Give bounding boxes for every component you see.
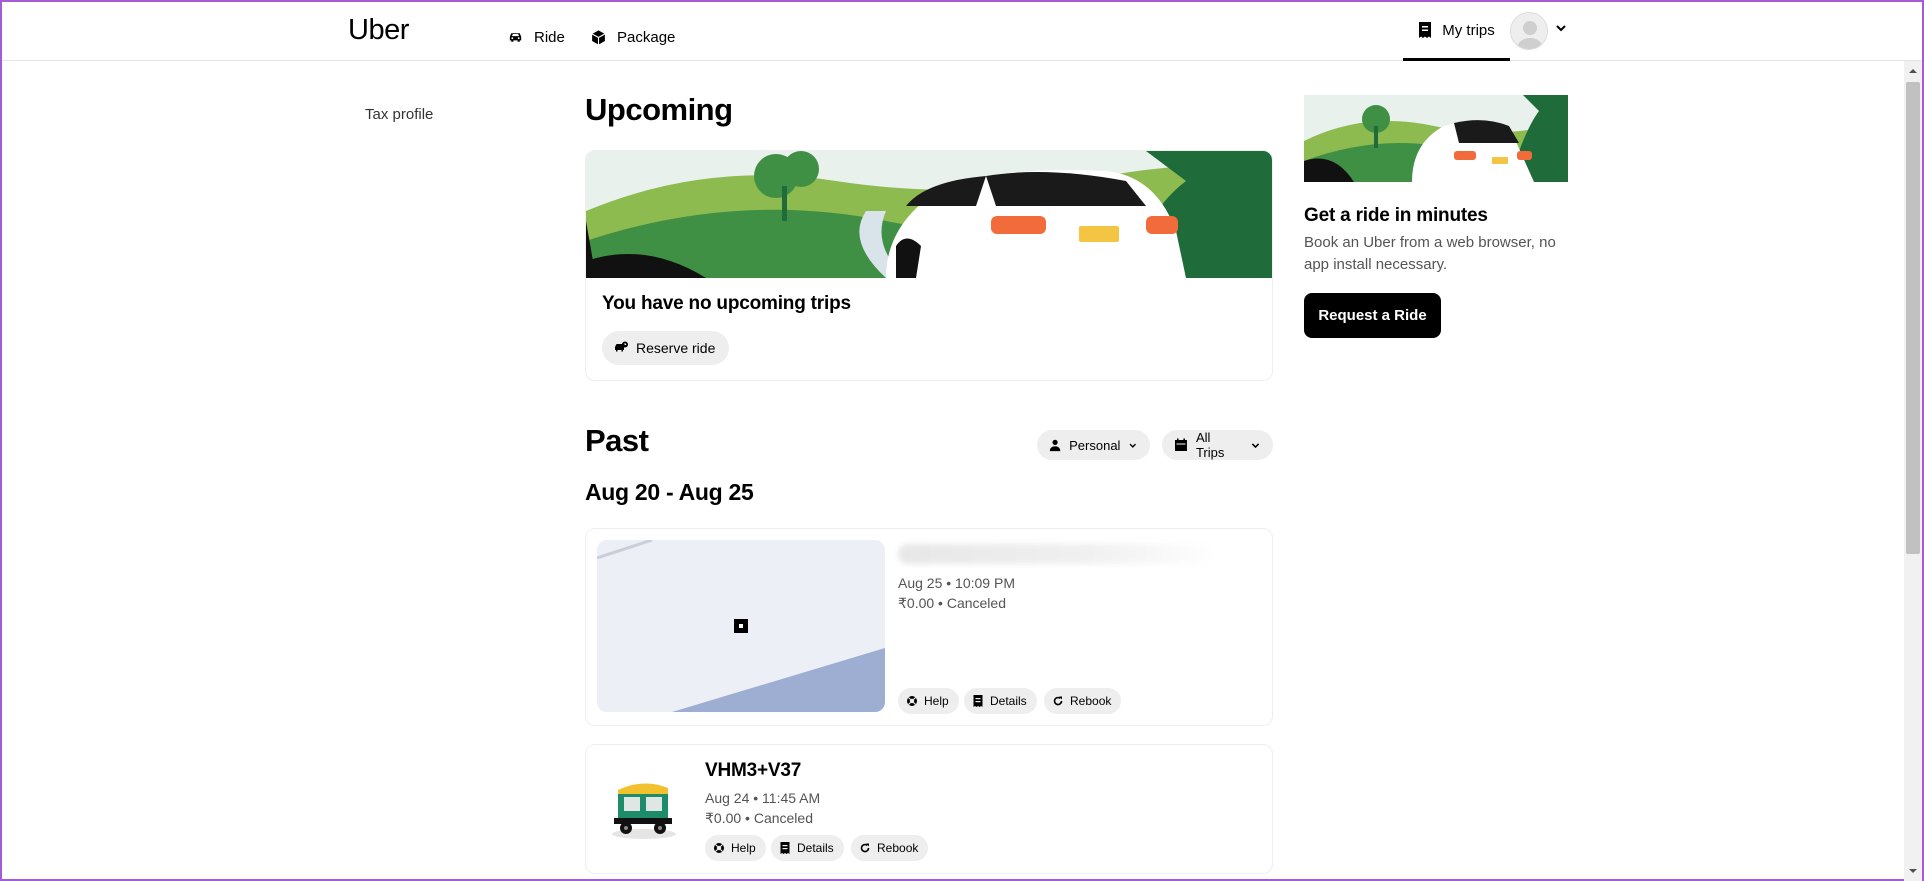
person-icon	[1049, 439, 1061, 452]
trip-datetime: Aug 24 • 11:45 AM	[705, 790, 821, 806]
help-button[interactable]: Help	[898, 688, 959, 714]
trip-title: VHM3+V37	[705, 760, 802, 781]
promo-illustration	[1304, 91, 1568, 182]
top-header: Uber Ride Package My trips	[2, 2, 1922, 61]
rebook-icon	[860, 843, 870, 853]
nav-ride-label: Ride	[534, 28, 565, 46]
rebook-label: Rebook	[1070, 694, 1112, 708]
auto-rickshaw-image	[612, 783, 676, 839]
help-label: Help	[731, 841, 756, 855]
past-heading: Past	[585, 423, 649, 458]
lifebuoy-icon	[714, 843, 724, 853]
promo-text: Book an Uber from a web browser, no app …	[1304, 234, 1556, 273]
filter-all-trips[interactable]: All Trips	[1162, 430, 1273, 460]
scroll-down-arrow-icon[interactable]	[1908, 866, 1918, 876]
package-icon	[591, 29, 606, 45]
receipt-icon	[1419, 22, 1432, 38]
date-group-label: Aug 20 - Aug 25	[585, 479, 754, 505]
sidebar-item-tax-profile[interactable]: Tax profile	[365, 106, 433, 123]
car-illustration	[586, 151, 1272, 278]
promo-title: Get a ride in minutes	[1304, 205, 1488, 226]
my-trips-label: My trips	[1442, 21, 1495, 39]
receipt-icon	[780, 842, 790, 854]
rebook-label: Rebook	[877, 841, 919, 855]
trip-price-status: ₹0.00 • Canceled	[898, 595, 1006, 611]
trip-map	[597, 540, 885, 712]
filter-personal-label: Personal	[1069, 437, 1121, 453]
chevron-down-icon	[1251, 442, 1260, 448]
filter-personal[interactable]: Personal	[1037, 430, 1150, 460]
nav-package-label: Package	[617, 28, 676, 46]
chevron-down-icon	[1130, 443, 1137, 448]
lifebuoy-icon	[907, 696, 917, 706]
reserve-ride-button[interactable]: Reserve ride	[602, 331, 730, 365]
rebook-icon	[1053, 696, 1063, 706]
trip-datetime: Aug 25 • 10:09 PM	[898, 575, 1015, 591]
trip-card[interactable]: Aug 25 • 10:09 PM ₹0.00 • Canceled Help …	[585, 528, 1273, 726]
receipt-icon	[973, 695, 983, 707]
uber-logo[interactable]: Uber	[348, 14, 409, 47]
request-ride-button[interactable]: Request a Ride	[1304, 293, 1441, 338]
filter-all-trips-label: All Trips	[1195, 430, 1225, 460]
avatar[interactable]	[1510, 12, 1548, 50]
nav-package[interactable]: Package	[590, 26, 675, 48]
reserve-ride-label: Reserve ride	[636, 340, 716, 356]
details-button[interactable]: Details	[964, 688, 1037, 714]
rebook-button[interactable]: Rebook	[851, 835, 929, 861]
trip-price-status: ₹0.00 • Canceled	[705, 810, 813, 826]
scroll-up-arrow-icon[interactable]	[1908, 66, 1918, 76]
scrollbar-thumb[interactable]	[1906, 82, 1920, 554]
chevron-down-icon[interactable]	[1554, 21, 1568, 35]
details-label: Details	[990, 694, 1027, 708]
details-button[interactable]: Details	[771, 835, 844, 861]
help-button[interactable]: Help	[705, 835, 766, 861]
trip-card[interactable]: VHM3+V37 Aug 24 • 11:45 AM ₹0.00 • Cance…	[585, 744, 1273, 874]
no-upcoming-text: You have no upcoming trips	[602, 293, 851, 314]
trip-title-redacted	[898, 544, 1218, 564]
nav-ride[interactable]: Ride	[507, 26, 565, 48]
car-icon	[509, 32, 522, 42]
details-label: Details	[797, 841, 834, 855]
reserve-clock-icon	[615, 341, 628, 352]
upcoming-card: You have no upcoming trips Reserve ride	[585, 150, 1273, 381]
help-label: Help	[924, 694, 949, 708]
promo-car-illustration	[1304, 91, 1568, 182]
calendar-icon	[1174, 438, 1187, 451]
user-silhouette-icon	[1516, 21, 1544, 49]
map-graphic	[597, 540, 885, 712]
upcoming-heading: Upcoming	[585, 92, 733, 127]
rebook-button[interactable]: Rebook	[1044, 688, 1122, 714]
my-trips-tab[interactable]: My trips	[1403, 2, 1510, 61]
